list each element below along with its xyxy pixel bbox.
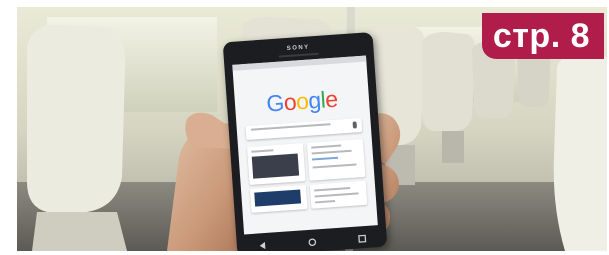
screen-logo: Google (234, 83, 370, 119)
phone-speaker (278, 52, 319, 58)
page-number-label: стр. 8 (481, 13, 604, 59)
mic-icon (352, 121, 357, 129)
card-info (309, 180, 368, 209)
card-news (306, 138, 366, 181)
card-video-thumb (254, 189, 302, 207)
home-icon (308, 237, 316, 246)
phone-screen: Google (232, 55, 378, 235)
logo-letter: G (265, 89, 285, 117)
seat-right-front (553, 53, 607, 251)
seat-left (27, 24, 126, 212)
photo-frame: SONY Google стр. 8 (17, 7, 607, 251)
card-video (249, 185, 308, 213)
smartphone: SONY Google (222, 32, 388, 251)
search-box (245, 118, 363, 141)
card-image (251, 153, 300, 179)
logo-letter: e (324, 85, 339, 113)
card-weather (247, 143, 306, 185)
back-icon (259, 241, 265, 249)
recents-icon (357, 234, 366, 243)
search-placeholder-blur (250, 123, 331, 131)
seat-mid-2 (422, 32, 476, 131)
status-bar (232, 55, 367, 71)
